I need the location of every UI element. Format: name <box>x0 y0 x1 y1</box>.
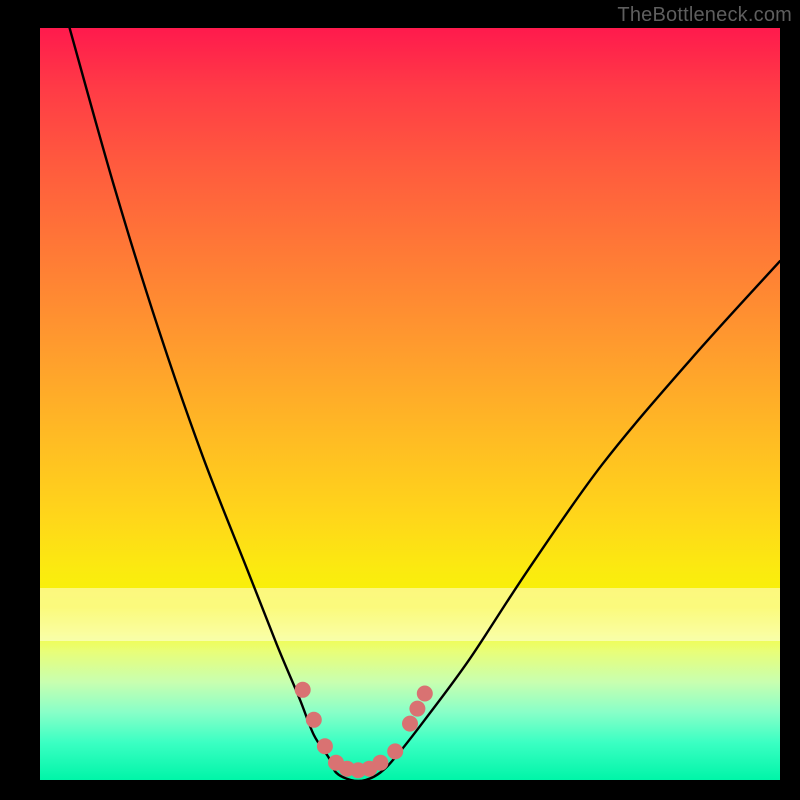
curve-marker <box>409 701 425 717</box>
curve-marker <box>417 686 433 702</box>
curve-marker <box>372 755 388 771</box>
curve-marker <box>387 743 403 759</box>
curve-marker <box>402 716 418 732</box>
curve-marker <box>317 738 333 754</box>
curve-markers <box>295 682 433 778</box>
bottleneck-curve-svg <box>40 28 780 780</box>
plot-area <box>40 28 780 780</box>
curve-marker <box>306 712 322 728</box>
curve-marker <box>295 682 311 698</box>
chart-frame: TheBottleneck.com <box>0 0 800 800</box>
watermark: TheBottleneck.com <box>617 4 792 27</box>
bottleneck-curve <box>70 28 780 780</box>
